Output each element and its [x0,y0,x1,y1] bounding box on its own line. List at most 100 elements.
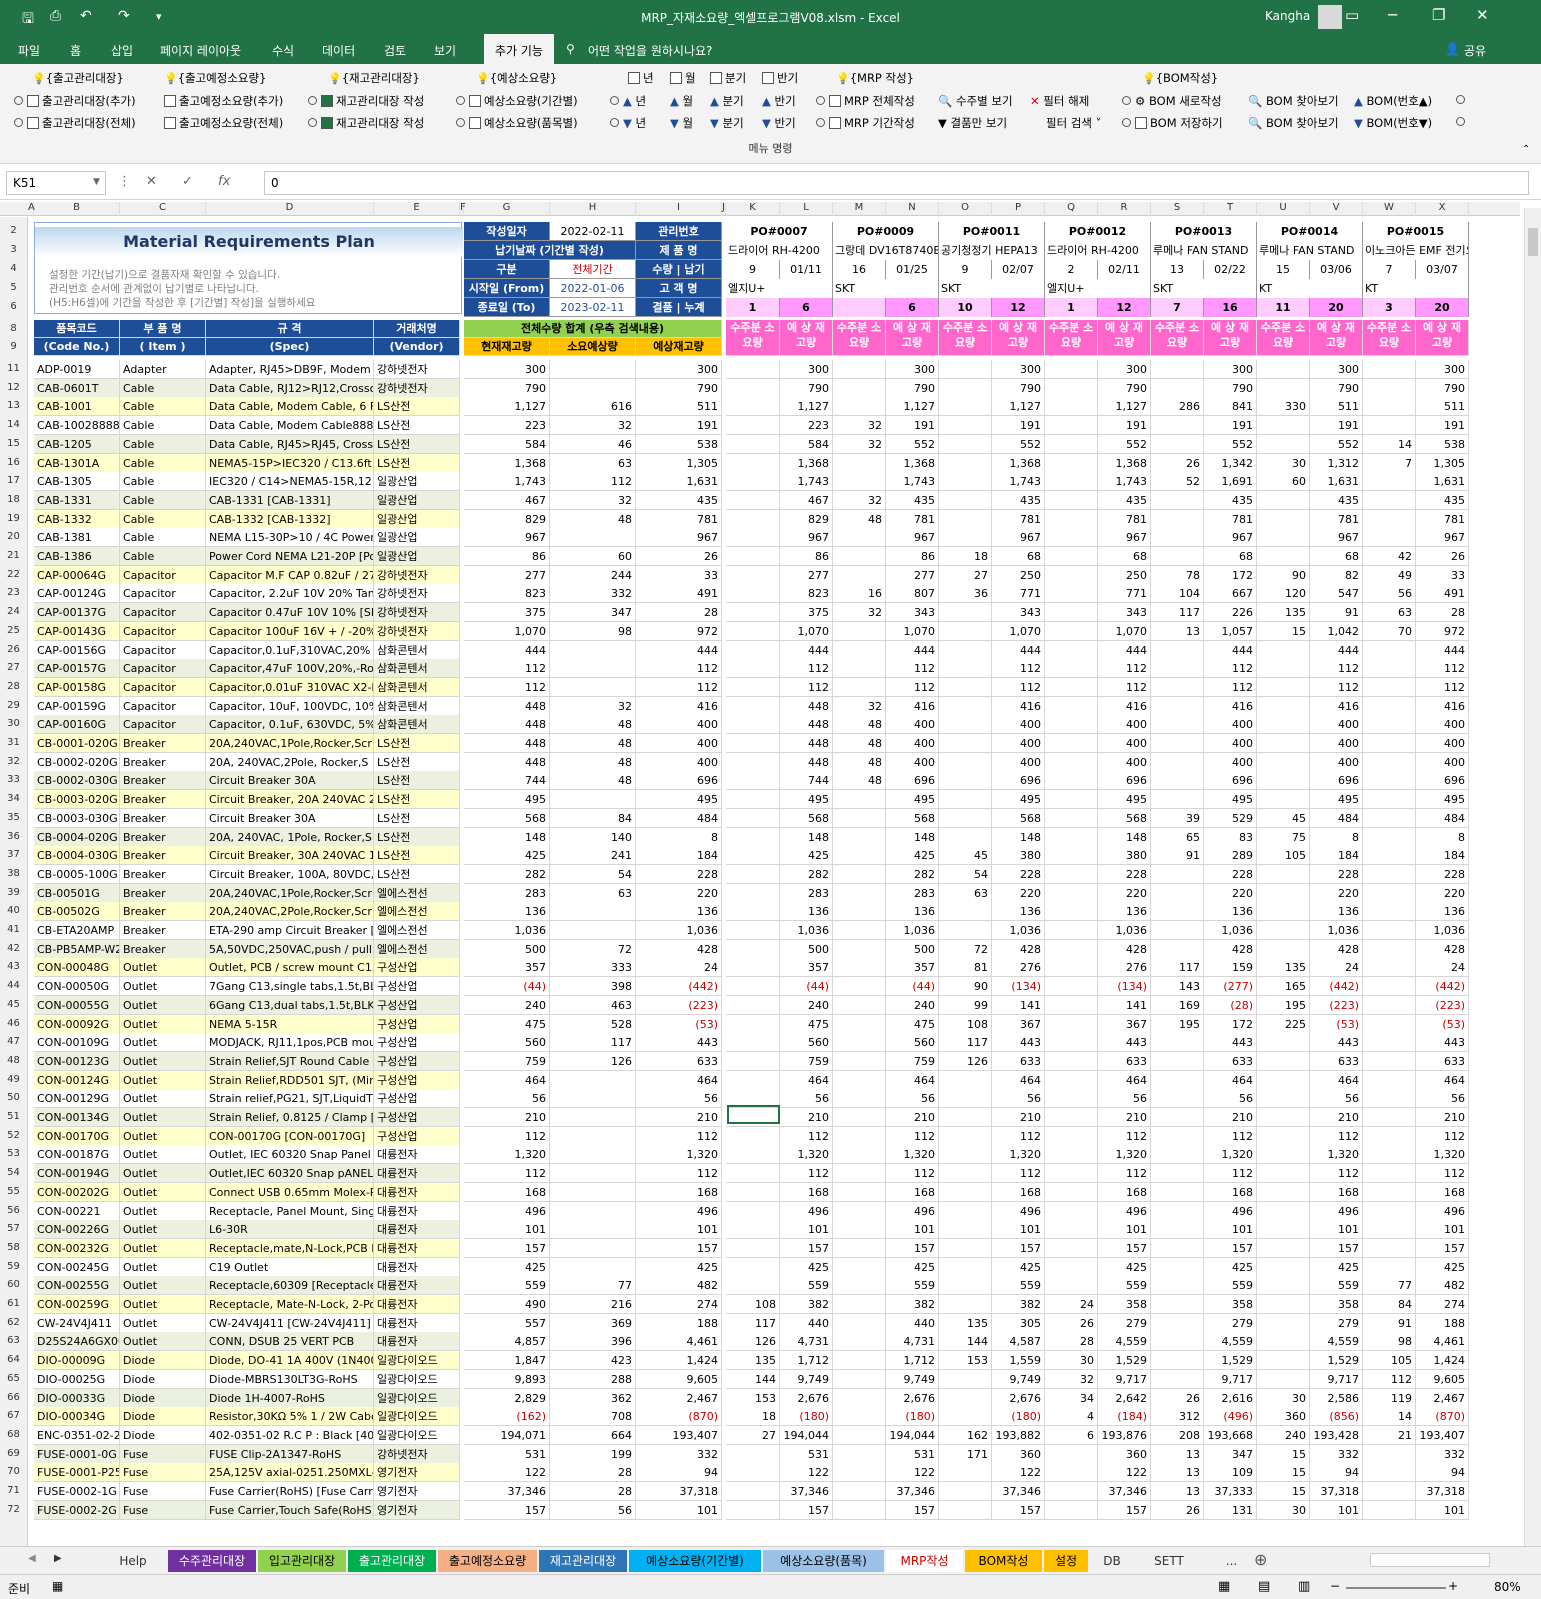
sheet-tab[interactable]: ... [1204,1550,1259,1572]
table-cell[interactable]: 1,743 [886,472,939,492]
table-cell[interactable]: 495 [886,790,939,810]
page-layout-icon[interactable]: ▤ [1258,1579,1270,1594]
table-cell[interactable] [1151,1051,1204,1071]
table-cell[interactable] [1151,1126,1204,1146]
table-cell[interactable]: Fuse [120,1463,206,1483]
table-cell[interactable]: 538 [1416,434,1469,454]
table-cell[interactable] [1045,528,1098,548]
table-cell[interactable]: 32 [833,434,886,454]
table-cell[interactable]: 56 [464,1089,550,1109]
table-cell[interactable]: 63 [550,883,636,903]
table-cell[interactable]: 402-0351-02 R.C P : Black [403-0 [206,1425,374,1445]
table-cell[interactable] [1151,1313,1204,1333]
table-cell[interactable]: Outlet [120,977,206,997]
table-cell[interactable]: DIO-00034G [34,1407,120,1427]
table-cell[interactable]: 475 [464,1014,550,1034]
table-cell[interactable]: 423 [550,1351,636,1371]
table-cell[interactable]: Receptacle,mate,N-Lock,PCB Right [206,1238,374,1258]
table-cell[interactable]: 4,731 [780,1332,833,1352]
table-cell[interactable]: 790 [886,378,939,398]
table-cell[interactable]: 696 [886,771,939,791]
table-cell[interactable]: 495 [1310,790,1363,810]
table-cell[interactable]: 448 [464,696,550,716]
row-header[interactable]: 14 [0,419,27,430]
row-header[interactable]: 9 [0,341,27,352]
table-cell[interactable] [1363,1033,1416,1053]
table-cell[interactable]: 126 [726,1332,780,1352]
table-cell[interactable] [726,846,780,866]
quarter-up-button[interactable]: ▲ 분기 [710,93,744,109]
table-cell[interactable] [833,397,886,417]
table-cell[interactable]: Circuit Breaker 30A [206,808,374,828]
vertical-scrollbar[interactable] [1524,208,1541,1546]
table-cell[interactable] [939,509,992,529]
table-cell[interactable]: 220 [1310,883,1363,903]
table-cell[interactable] [726,696,780,716]
table-cell[interactable]: 333 [550,958,636,978]
table-cell[interactable]: 112 [886,1126,939,1146]
table-cell[interactable] [1363,1108,1416,1127]
table-cell[interactable] [726,715,780,735]
table-cell[interactable] [939,1500,992,1520]
table-cell[interactable] [726,977,780,997]
table-cell[interactable]: 131 [1204,1500,1257,1520]
table-cell[interactable]: 구성산업 [374,1033,460,1053]
table-cell[interactable] [1363,677,1416,697]
table-cell[interactable]: D25S24A6GX00LF [34,1332,120,1352]
table-cell[interactable]: NEMA 5-15R [206,1014,374,1034]
table-cell[interactable] [1045,846,1098,866]
table-cell[interactable]: 112 [464,659,550,679]
table-cell[interactable]: 강하넷전자 [374,378,460,398]
ship-ledger-all-button[interactable]: 출고관리대장(전체) [14,115,136,131]
table-cell[interactable]: (53) [636,1014,722,1034]
table-cell[interactable]: 440 [886,1313,939,1333]
table-cell[interactable]: 343 [992,603,1045,623]
table-cell[interactable]: 56 [1098,1089,1151,1109]
table-cell[interactable] [726,659,780,679]
table-cell[interactable] [726,827,780,847]
table-cell[interactable] [1045,1276,1098,1296]
table-cell[interactable]: 495 [780,790,833,810]
table-cell[interactable]: 144 [726,1369,780,1389]
table-cell[interactable]: 191 [1310,416,1363,436]
table-cell[interactable]: ADP-0019 [34,360,120,379]
row-header[interactable]: 38 [0,868,27,879]
table-cell[interactable] [1151,677,1204,697]
table-cell[interactable]: 400 [1098,734,1151,753]
table-cell[interactable]: 425 [1098,1257,1151,1277]
table-cell[interactable]: 구성산업 [374,1070,460,1090]
row-header[interactable]: 37 [0,849,27,860]
table-cell[interactable]: (53) [1416,1014,1469,1034]
worksheet-grid[interactable]: ABCDEFGHIJKLMNOPQRSTUVWX 2 3 4 5 6 8 9 11 12 13 14… [0,200,1541,1546]
table-cell[interactable]: 967 [1098,528,1151,548]
table-cell[interactable]: 6Gang C13,dual tabs,1.5t,BLK [CO [206,995,374,1015]
table-cell[interactable]: 467 [464,490,550,510]
table-cell[interactable]: 60 [1257,472,1310,492]
table-cell[interactable]: 495 [464,790,550,810]
table-cell[interactable] [1363,1089,1416,1109]
table-cell[interactable]: 841 [1204,397,1257,417]
table-cell[interactable]: 37,346 [780,1482,833,1501]
table-cell[interactable]: 157 [464,1500,550,1520]
table-cell[interactable]: 300 [886,360,939,379]
table-cell[interactable]: 283 [780,883,833,903]
table-cell[interactable] [1257,416,1310,436]
table-cell[interactable]: 1,042 [1310,621,1363,641]
table-cell[interactable]: 112 [886,659,939,679]
table-cell[interactable]: 1,036 [780,921,833,940]
table-cell[interactable]: 13 [1151,1482,1204,1501]
table-cell[interactable]: 511 [636,397,722,417]
table-cell[interactable]: 168 [886,1182,939,1202]
table-cell[interactable]: CAB-1386 [34,547,120,566]
table-cell[interactable]: (134) [992,977,1045,997]
table-cell[interactable]: 790 [1098,378,1151,398]
table-cell[interactable]: 528 [550,1014,636,1034]
table-cell[interactable]: 216 [550,1295,636,1314]
table-cell[interactable]: 153 [726,1388,780,1408]
table-cell[interactable]: 425 [464,846,550,866]
table-cell[interactable] [1045,1463,1098,1483]
table-cell[interactable] [726,565,780,585]
table-cell[interactable]: 99 [939,995,992,1015]
table-cell[interactable]: Outlet [120,1313,206,1333]
table-cell[interactable]: 274 [636,1295,722,1314]
